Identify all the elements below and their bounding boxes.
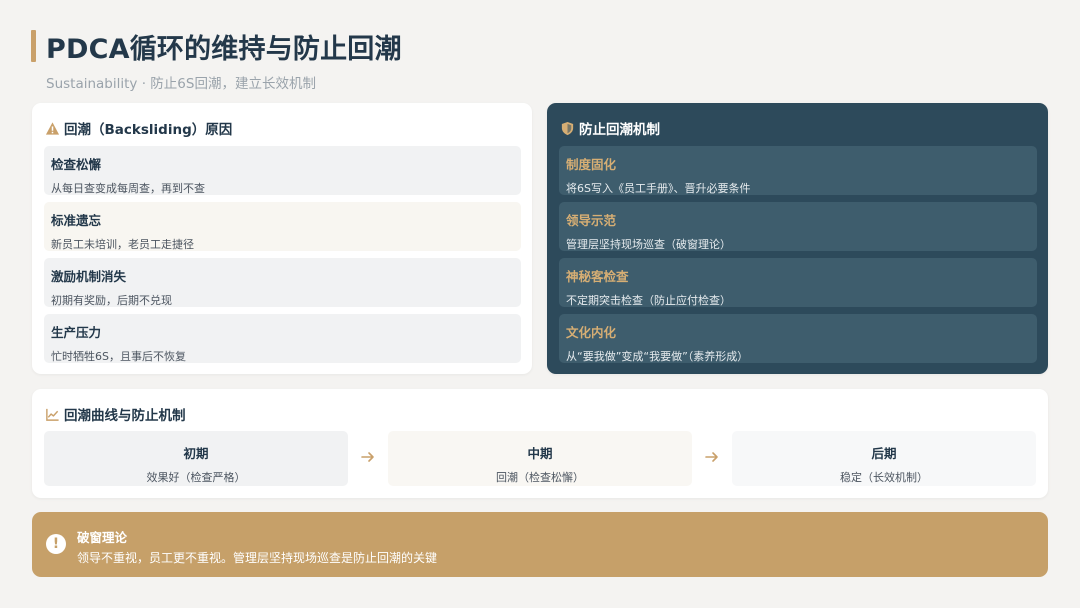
curve-heading-label: 回潮曲线与防止机制 (64, 408, 186, 424)
mechanism-item-title: 文化内化 (566, 325, 617, 340)
mechanisms-card: 防止回潮机制 制度固化 将6S写入《员工手册》、晋升必要条件 领导示范 管理层坚… (547, 103, 1048, 374)
phase-late: 后期 稳定（长效机制） (732, 431, 1036, 486)
cause-item-title: 标准遗忘 (51, 213, 102, 228)
causes-heading-label: 回潮（Backsliding）原因 (64, 122, 233, 138)
shield-icon (561, 121, 574, 135)
alert-title: 破窗理论 (77, 530, 128, 545)
cause-item-desc: 从每日查变成每周查，再到不查 (51, 182, 205, 195)
cause-item: 激励机制消失 初期有奖励，后期不兑现 (44, 258, 521, 307)
mechanism-item-title: 制度固化 (566, 157, 617, 172)
mechanism-item-desc: 管理层坚持现场巡查（破窗理论） (566, 238, 731, 251)
phase-title: 初期 (183, 446, 209, 461)
alert-banner: ! 破窗理论 领导不重视，员工更不重视。管理层坚持现场巡查是防止回潮的关键 (32, 512, 1048, 577)
curve-heading: 回潮曲线与防止机制 (45, 404, 186, 424)
cause-item-title: 激励机制消失 (51, 269, 127, 284)
cause-item-desc: 新员工未培训，老员工走捷径 (51, 238, 194, 251)
phase-desc: 稳定（长效机制） (840, 471, 928, 484)
arrow-right-icon (705, 452, 718, 462)
mechanism-item-desc: 不定期突击检查（防止应付检查） (566, 294, 731, 307)
mechanisms-heading: 防止回潮机制 (560, 118, 660, 138)
mechanism-item-desc: 从“要我做”变成“我要做”（素养形成） (566, 350, 749, 363)
cause-item: 检查松懈 从每日查变成每周查，再到不查 (44, 146, 521, 195)
phase-title: 后期 (871, 446, 897, 461)
phase-desc: 回潮（检查松懈） (496, 471, 584, 484)
mechanism-item-desc: 将6S写入《员工手册》、晋升必要条件 (566, 182, 751, 195)
page-title: PDCA循环的维持与防止回潮 (46, 34, 402, 65)
cause-item-desc: 忙时牺牲6S，且事后不恢复 (51, 350, 186, 363)
mechanism-item: 神秘客检查 不定期突击检查（防止应付检查） (559, 258, 1037, 307)
line-chart-icon (46, 408, 59, 421)
exclamation-icon: ! (46, 534, 66, 554)
phase-desc: 效果好（检查严格） (146, 471, 246, 484)
alert-desc: 领导不重视，员工更不重视。管理层坚持现场巡查是防止回潮的关键 (77, 551, 438, 565)
mechanism-item-title: 领导示范 (566, 213, 617, 228)
cause-item: 标准遗忘 新员工未培训，老员工走捷径 (44, 202, 521, 251)
phase-title: 中期 (527, 446, 553, 461)
phase-middle: 中期 回潮（检查松懈） (388, 431, 692, 486)
curve-card: 回潮曲线与防止机制 初期 效果好（检查严格） 中期 回潮（检查松懈） 后期 稳定… (32, 389, 1048, 498)
cause-item-desc: 初期有奖励，后期不兑现 (51, 294, 172, 307)
mechanism-item: 文化内化 从“要我做”变成“我要做”（素养形成） (559, 314, 1037, 363)
title-accent-bar (31, 30, 36, 62)
warning-triangle-icon (45, 121, 60, 135)
cause-item-title: 检查松懈 (51, 157, 102, 172)
mechanism-item: 领导示范 管理层坚持现场巡查（破窗理论） (559, 202, 1037, 251)
page-subtitle: Sustainability · 防止6S回潮，建立长效机制 (46, 76, 316, 92)
mechanism-item: 制度固化 将6S写入《员工手册》、晋升必要条件 (559, 146, 1037, 195)
causes-heading: 回潮（Backsliding）原因 (45, 118, 232, 138)
mechanism-item-title: 神秘客检查 (566, 269, 629, 284)
mechanisms-heading-label: 防止回潮机制 (579, 122, 660, 138)
phase-early: 初期 效果好（检查严格） (44, 431, 348, 486)
cause-item: 生产压力 忙时牺牲6S，且事后不恢复 (44, 314, 521, 363)
causes-card: 回潮（Backsliding）原因 检查松懈 从每日查变成每周查，再到不查 标准… (32, 103, 532, 374)
cause-item-title: 生产压力 (51, 325, 102, 340)
arrow-right-icon (361, 452, 374, 462)
